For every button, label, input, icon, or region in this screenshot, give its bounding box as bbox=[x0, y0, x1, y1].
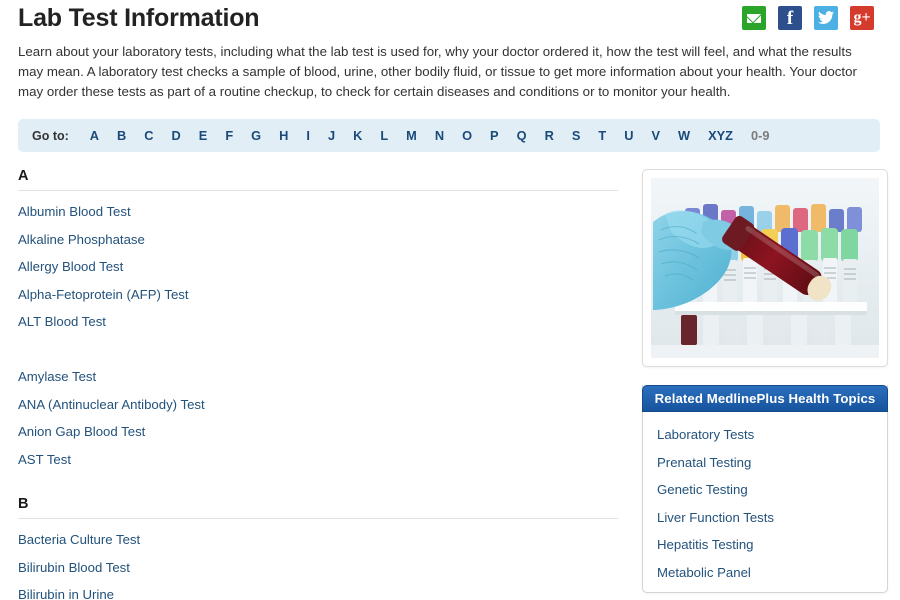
content-columns: AAlbumin Blood TestAlkaline PhosphataseA… bbox=[18, 168, 884, 600]
list-item: ALT Blood Test bbox=[18, 308, 630, 336]
alpha-nav-v[interactable]: V bbox=[642, 128, 669, 143]
alpha-nav-h[interactable]: H bbox=[270, 128, 297, 143]
alpha-nav-l[interactable]: L bbox=[371, 128, 397, 143]
test-link[interactable]: ALT Blood Test bbox=[18, 314, 106, 329]
section-heading-a: A bbox=[18, 168, 618, 191]
test-link[interactable]: Alpha-Fetoprotein (AFP) Test bbox=[18, 287, 189, 302]
test-sections: AAlbumin Blood TestAlkaline PhosphataseA… bbox=[18, 168, 630, 600]
google-plus-share-icon[interactable]: g+ bbox=[850, 6, 874, 30]
health-topic-link[interactable]: Laboratory Tests bbox=[657, 427, 754, 442]
list-item: Bilirubin Blood Test bbox=[18, 554, 630, 582]
alpha-nav-f[interactable]: F bbox=[216, 128, 242, 143]
related-health-topics-title: Related MedlinePlus Health Topics bbox=[642, 385, 888, 412]
page-header: Lab Test Information f g+ bbox=[18, 0, 884, 38]
health-topic-link[interactable]: Prenatal Testing bbox=[657, 455, 751, 470]
list-item: Alpha-Fetoprotein (AFP) Test bbox=[18, 281, 630, 309]
test-link[interactable]: Albumin Blood Test bbox=[18, 204, 131, 219]
list-item: Bilirubin in Urine bbox=[18, 581, 630, 600]
alpha-nav-n[interactable]: N bbox=[426, 128, 453, 143]
alpha-nav-m[interactable]: M bbox=[397, 128, 426, 143]
related-health-topics-list: Laboratory Tests Prenatal Testing Genetic … bbox=[643, 412, 887, 592]
google-plus-glyph: g+ bbox=[853, 10, 870, 26]
test-link[interactable]: ANA (Antinuclear Antibody) Test bbox=[18, 397, 205, 412]
alpha-nav-t[interactable]: T bbox=[589, 128, 615, 143]
list-item: Prenatal Testing bbox=[657, 449, 887, 477]
list-item: Albumin Blood Test bbox=[18, 198, 630, 226]
alpha-nav-i[interactable]: I bbox=[297, 128, 319, 143]
alpha-nav-e[interactable]: E bbox=[190, 128, 217, 143]
list-item: Liver Function Tests bbox=[657, 504, 887, 532]
list-item: Bacteria Culture Test bbox=[18, 526, 630, 554]
list-item: Hepatitis Testing bbox=[657, 531, 887, 559]
test-link[interactable]: Bilirubin Blood Test bbox=[18, 560, 130, 575]
list-item: Alkaline Phosphatase bbox=[18, 226, 630, 254]
alphabet-jump-nav: Go to: ABCDEFGHIJKLMNOPQRSTUVWXYZ0-9 bbox=[18, 119, 880, 152]
email-share-icon[interactable] bbox=[742, 6, 766, 30]
list-item: AST Test bbox=[18, 446, 630, 474]
test-link[interactable]: Anion Gap Blood Test bbox=[18, 424, 145, 439]
alpha-nav-d[interactable]: D bbox=[163, 128, 190, 143]
test-link[interactable]: Amylase Test bbox=[18, 369, 96, 384]
health-topic-link[interactable]: Metabolic Panel bbox=[657, 565, 751, 580]
health-topic-link[interactable]: Hepatitis Testing bbox=[657, 537, 754, 552]
envelope-glyph bbox=[746, 13, 762, 24]
list-item: Anion Gap Blood Test bbox=[18, 418, 630, 446]
test-link[interactable]: Alkaline Phosphatase bbox=[18, 232, 145, 247]
facebook-share-icon[interactable]: f bbox=[778, 6, 802, 30]
test-list-b: Bacteria Culture Test Bilirubin Blood Tes… bbox=[18, 526, 630, 600]
facebook-f-glyph: f bbox=[787, 9, 793, 29]
list-item: ANA (Antinuclear Antibody) Test bbox=[18, 391, 630, 419]
blood-test-tubes-photo bbox=[651, 178, 879, 358]
test-list-a: Albumin Blood Test Alkaline Phosphatase Al… bbox=[18, 198, 630, 473]
alpha-nav-p[interactable]: P bbox=[481, 128, 508, 143]
page-title: Lab Test Information bbox=[18, 3, 259, 33]
goto-label: Go to: bbox=[32, 129, 69, 143]
alpha-nav-k[interactable]: K bbox=[344, 128, 371, 143]
alphabet-letter-list: ABCDEFGHIJKLMNOPQRSTUVWXYZ0-9 bbox=[81, 127, 779, 145]
right-sidebar: Related MedlinePlus Health Topics Labora… bbox=[642, 168, 890, 593]
list-item: Genetic Testing bbox=[657, 476, 887, 504]
list-item: Metabolic Panel bbox=[657, 559, 887, 587]
alpha-nav-o[interactable]: O bbox=[453, 128, 481, 143]
list-item: Allergy Blood Test bbox=[18, 253, 630, 281]
alpha-nav-u[interactable]: U bbox=[615, 128, 642, 143]
related-health-topics-card: Related MedlinePlus Health Topics Labora… bbox=[642, 385, 888, 593]
alpha-nav-g[interactable]: G bbox=[242, 128, 270, 143]
alpha-nav-0-9: 0-9 bbox=[742, 128, 779, 143]
list-item-spacer bbox=[18, 336, 630, 364]
alpha-nav-j[interactable]: J bbox=[319, 128, 344, 143]
twitter-share-icon[interactable] bbox=[814, 6, 838, 30]
sidebar-image-card bbox=[642, 169, 888, 367]
alpha-nav-r[interactable]: R bbox=[536, 128, 563, 143]
test-link[interactable]: Allergy Blood Test bbox=[18, 259, 123, 274]
alpha-nav-xyz[interactable]: XYZ bbox=[699, 128, 742, 143]
twitter-bird-glyph bbox=[818, 11, 834, 25]
test-link[interactable]: AST Test bbox=[18, 452, 71, 467]
list-item: Laboratory Tests bbox=[657, 421, 887, 449]
lab-test-information-page: Lab Test Information f g+ Learn about yo… bbox=[0, 0, 900, 600]
social-share-bar: f g+ bbox=[742, 6, 874, 30]
alpha-nav-s[interactable]: S bbox=[563, 128, 590, 143]
section-heading-b: B bbox=[18, 496, 618, 519]
alpha-nav-b[interactable]: B bbox=[108, 128, 135, 143]
alpha-nav-w[interactable]: W bbox=[669, 128, 699, 143]
list-item: Amylase Test bbox=[18, 363, 630, 391]
test-index-column: AAlbumin Blood TestAlkaline PhosphataseA… bbox=[18, 168, 630, 600]
health-topic-link[interactable]: Liver Function Tests bbox=[657, 510, 774, 525]
test-link[interactable]: Bacteria Culture Test bbox=[18, 532, 140, 547]
test-link[interactable]: Bilirubin in Urine bbox=[18, 587, 114, 600]
intro-paragraph: Learn about your laboratory tests, inclu… bbox=[18, 42, 880, 102]
health-topic-link[interactable]: Genetic Testing bbox=[657, 482, 748, 497]
alpha-nav-c[interactable]: C bbox=[135, 128, 162, 143]
alpha-nav-q[interactable]: Q bbox=[508, 128, 536, 143]
alpha-nav-a[interactable]: A bbox=[81, 128, 108, 143]
